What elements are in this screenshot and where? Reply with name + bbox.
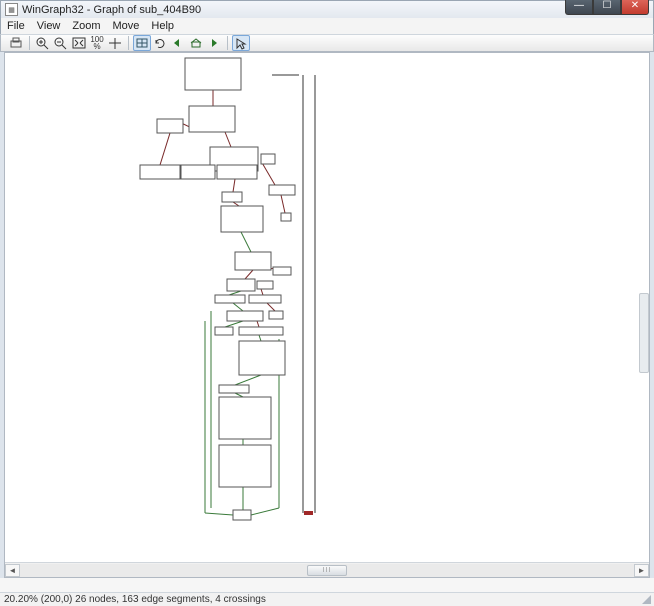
- minimize-button[interactable]: —: [565, 0, 593, 15]
- toolbar: 100 %: [0, 34, 654, 52]
- status-bar: 20.20% (200,0) 26 nodes, 163 edge segmen…: [0, 592, 654, 606]
- resize-grip[interactable]: [640, 593, 652, 605]
- status-text: 20.20% (200,0) 26 nodes, 163 edge segmen…: [4, 594, 266, 605]
- window-titlebar[interactable]: ▦ WinGraph32 - Graph of sub_404B90 — ☐ ✕: [0, 0, 654, 18]
- menu-move[interactable]: Move: [113, 20, 140, 32]
- app-icon: ▦: [5, 3, 18, 16]
- menu-zoom[interactable]: Zoom: [72, 20, 100, 32]
- graph-canvas[interactable]: [5, 53, 649, 562]
- menu-file[interactable]: File: [7, 20, 25, 32]
- pointer-tool-button[interactable]: [232, 35, 250, 51]
- toolbar-separator: [29, 36, 30, 50]
- menu-bar: File View Zoom Move Help: [0, 18, 654, 34]
- toolbar-separator: [128, 36, 129, 50]
- menu-view[interactable]: View: [37, 20, 61, 32]
- print-button[interactable]: [7, 35, 25, 51]
- origin-button[interactable]: [133, 35, 151, 51]
- hscroll-track[interactable]: III: [20, 564, 634, 577]
- center-button[interactable]: [106, 35, 124, 51]
- canvas-container: ◄ III ►: [4, 52, 650, 578]
- hscroll-right-arrow[interactable]: ►: [634, 564, 649, 577]
- forward-button[interactable]: [205, 35, 223, 51]
- vertical-scroll-thumb[interactable]: [639, 293, 649, 373]
- fit-window-button[interactable]: [70, 35, 88, 51]
- zoom-out-button[interactable]: [52, 35, 70, 51]
- zoom-in-button[interactable]: [34, 35, 52, 51]
- refresh-button[interactable]: [151, 35, 169, 51]
- back-button[interactable]: [169, 35, 187, 51]
- zoom-100-button[interactable]: 100 %: [88, 35, 106, 51]
- bottom-padding: [0, 578, 654, 592]
- close-button[interactable]: ✕: [621, 0, 649, 15]
- toolbar-separator: [227, 36, 228, 50]
- window-title: WinGraph32 - Graph of sub_404B90: [22, 4, 201, 16]
- menu-help[interactable]: Help: [151, 20, 174, 32]
- hscroll-left-arrow[interactable]: ◄: [5, 564, 20, 577]
- hscroll-thumb[interactable]: III: [307, 565, 347, 576]
- maximize-button[interactable]: ☐: [593, 0, 621, 15]
- horizontal-scrollbar[interactable]: ◄ III ►: [5, 562, 649, 577]
- home-button[interactable]: [187, 35, 205, 51]
- graph-svg: [5, 53, 645, 573]
- window-controls: — ☐ ✕: [565, 0, 649, 15]
